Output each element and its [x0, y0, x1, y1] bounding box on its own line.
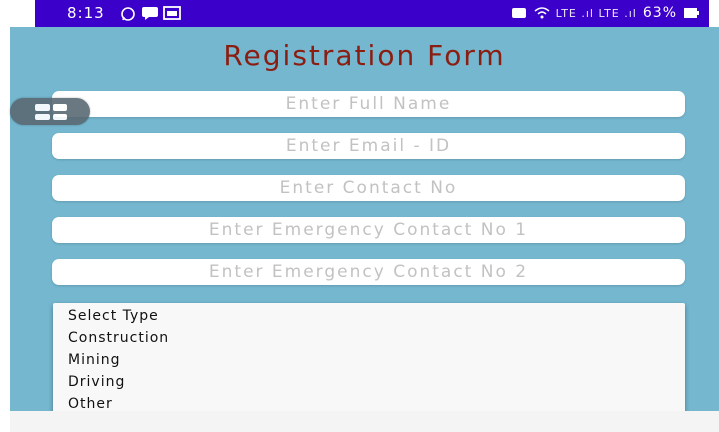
- wifi-icon: [534, 7, 550, 19]
- contact-input[interactable]: [52, 175, 685, 201]
- alarm-icon: [511, 8, 526, 18]
- contact-field[interactable]: [52, 175, 685, 201]
- battery-icon: [684, 8, 699, 18]
- emergency-contact-1-input[interactable]: [52, 217, 685, 243]
- message-icon: [142, 7, 158, 20]
- page-title: Registration Form: [223, 39, 506, 72]
- full-name-input[interactable]: [52, 91, 685, 117]
- dropdown-option[interactable]: Driving: [53, 371, 685, 393]
- full-name-field[interactable]: [52, 91, 685, 117]
- gallery-icon: [163, 6, 181, 20]
- grid-icon: [35, 104, 67, 120]
- battery-percent: 63%: [642, 5, 677, 21]
- emergency-contact-2-input[interactable]: [52, 259, 685, 285]
- dropdown-option[interactable]: Construction: [53, 327, 685, 349]
- email-field[interactable]: [52, 133, 685, 159]
- network-signal: LTE .ıl LTE .ıl: [555, 6, 637, 20]
- dropdown-option[interactable]: Mining: [53, 349, 685, 371]
- type-dropdown-list[interactable]: Select Type Construction Mining Driving …: [53, 303, 685, 414]
- navigation-bar: [10, 411, 719, 432]
- dropdown-option[interactable]: Select Type: [53, 305, 685, 327]
- floating-menu-button[interactable]: [10, 98, 90, 125]
- emergency-contact-1-field[interactable]: [52, 217, 685, 243]
- phone-screen: 8:13 LTE .ıl LTE .ıl 63% Registration Fo…: [0, 0, 719, 432]
- status-bar: 8:13 LTE .ıl LTE .ıl 63%: [35, 0, 709, 27]
- status-time: 8:13: [67, 4, 105, 22]
- emergency-contact-2-field[interactable]: [52, 259, 685, 285]
- email-input[interactable]: [52, 133, 685, 159]
- whatsapp-icon: [121, 7, 135, 21]
- status-right: LTE .ıl LTE .ıl 63%: [510, 5, 699, 21]
